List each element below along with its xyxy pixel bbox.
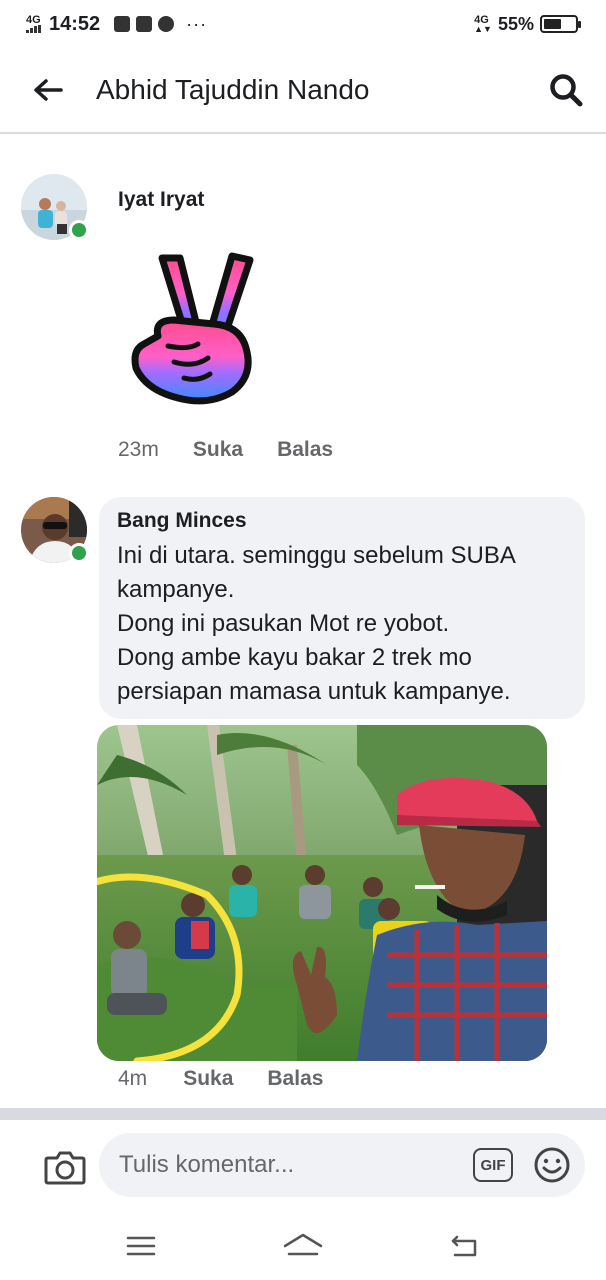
peace-hand-sticker	[131, 252, 254, 405]
home-nav-button[interactable]	[273, 1221, 333, 1271]
battery-icon	[540, 15, 581, 33]
comment-time: 23m	[118, 438, 159, 461]
system-nav-bar	[0, 1212, 606, 1280]
comment-author[interactable]: Bang Minces	[117, 509, 567, 533]
youtube-notification-icon	[114, 16, 131, 32]
storage-notification-icon	[136, 16, 153, 32]
app-notification-icon	[158, 16, 175, 32]
menu-icon	[126, 1236, 156, 1256]
back-arrow-icon	[34, 79, 63, 101]
page-title: Abhid Tajuddin Nando	[96, 74, 370, 105]
camera-button[interactable]	[33, 1135, 97, 1199]
comment-time: 4m	[118, 1067, 148, 1090]
comment-author[interactable]: Iyat Iryat	[118, 188, 204, 212]
divider	[0, 1108, 606, 1120]
app-header: Abhid Tajuddin Nando	[0, 48, 606, 134]
reply-button[interactable]: Balas	[267, 1067, 323, 1091]
back-nav-icon	[451, 1235, 477, 1257]
online-status-dot	[69, 543, 89, 563]
comment-input-wrapper: GIF	[99, 1133, 585, 1197]
emoji-icon	[534, 1147, 570, 1183]
gif-button[interactable]: GIF	[473, 1148, 513, 1182]
comment-composer: GIF	[0, 1122, 606, 1212]
emoji-button[interactable]	[533, 1146, 571, 1184]
like-button[interactable]: Suka	[193, 438, 243, 462]
status-time: 14:52	[49, 12, 101, 35]
camera-icon	[44, 1151, 86, 1185]
comment-item: Bang Minces Ini di utara. seminggu sebel…	[0, 497, 606, 1097]
like-button[interactable]: Suka	[183, 1067, 233, 1091]
search-icon	[550, 74, 583, 107]
comment-text: Ini di utara. seminggu sebelum SUBA kamp…	[117, 542, 515, 705]
online-status-dot	[69, 220, 89, 240]
home-icon	[283, 1233, 323, 1256]
comment-photo[interactable]	[97, 725, 547, 1061]
comment-actions: 4m Suka Balas	[118, 1067, 357, 1091]
comment-actions: 23m Suka Balas	[118, 438, 367, 462]
search-button[interactable]	[526, 47, 606, 133]
comment-bubble: Bang Minces Ini di utara. seminggu sebel…	[99, 497, 585, 719]
network-signal-right-icon: 4G ▲▼	[474, 14, 492, 34]
more-notifications-icon: ···	[186, 13, 208, 34]
network-signal-icon: 4G	[26, 15, 41, 33]
comment-input[interactable]	[119, 1151, 473, 1179]
back-nav-button[interactable]	[435, 1221, 495, 1271]
battery-percent: 55%	[497, 13, 534, 34]
menu-nav-button[interactable]	[111, 1221, 171, 1271]
reply-button[interactable]: Balas	[277, 438, 333, 462]
back-button[interactable]	[0, 47, 96, 133]
comment-item: Iyat Iryat 23m Suka Balas	[0, 174, 606, 474]
status-bar: 4G 14:52 ··· 4G ▲▼ 55%	[0, 0, 606, 48]
